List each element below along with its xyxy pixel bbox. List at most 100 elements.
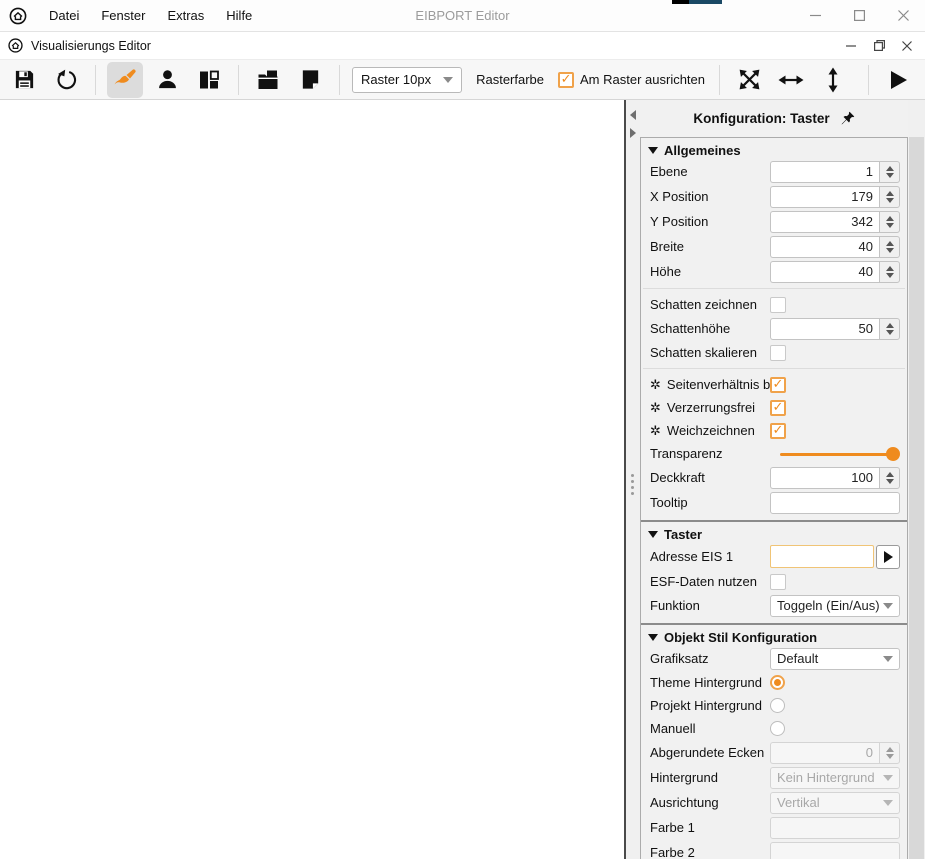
spinner-buttons[interactable] (879, 211, 900, 233)
panel-scrollbar[interactable] (908, 100, 925, 859)
expand-button[interactable] (731, 62, 767, 98)
check-icon: ✓ (773, 401, 784, 414)
x-position-input[interactable] (770, 186, 879, 208)
canvas[interactable] (0, 100, 626, 859)
row-tooltip: Tooltip (641, 490, 907, 515)
schattenh-he-input[interactable] (770, 318, 879, 340)
breite-input[interactable] (770, 236, 879, 258)
spinner-buttons[interactable] (879, 261, 900, 283)
row-manuell: Manuell (641, 717, 907, 740)
farbe-2-label: Farbe 2 (650, 845, 770, 859)
spin-down-icon[interactable] (886, 330, 894, 335)
raster-size-dropdown[interactable]: Raster 10px (352, 67, 462, 93)
note-button[interactable] (292, 62, 328, 98)
x-position-spinner[interactable] (770, 186, 900, 208)
spin-down-icon[interactable] (886, 248, 894, 253)
snap-to-grid-checkbox[interactable]: ✓ (558, 72, 574, 88)
section-header-objekt-stil-konfiguration[interactable]: Objekt Stil Konfiguration (641, 625, 907, 646)
weichzeichnen-checkbox[interactable]: ✓ (770, 423, 786, 439)
ebene-input[interactable] (770, 161, 879, 183)
user-tool-button[interactable] (149, 62, 185, 98)
menu-fenster[interactable]: Fenster (90, 0, 156, 32)
section-objekt-stil-konfiguration: Objekt Stil KonfigurationGrafiksatzDefau… (641, 623, 907, 859)
spin-up-icon[interactable] (886, 472, 894, 477)
spinner-buttons[interactable] (879, 318, 900, 340)
stretch-horizontal-button[interactable] (773, 62, 809, 98)
spinner-buttons[interactable] (879, 186, 900, 208)
ebene-label: Ebene (650, 164, 770, 179)
collapse-left-icon[interactable] (630, 110, 636, 120)
editor-restore-button[interactable] (865, 34, 893, 58)
spin-up-icon[interactable] (886, 166, 894, 171)
undo-button[interactable] (48, 62, 84, 98)
panel-splitter[interactable] (626, 100, 640, 859)
spin-up-icon[interactable] (886, 216, 894, 221)
menu-datei[interactable]: Datei (38, 0, 90, 32)
ebene-spinner[interactable] (770, 161, 900, 183)
section-header-taster[interactable]: Taster (641, 522, 907, 543)
deckkraft-spinner[interactable] (770, 467, 900, 489)
app-minimize-button[interactable] (793, 0, 837, 32)
schatten-zeichnen-checkbox[interactable] (770, 297, 786, 313)
menu-hilfe[interactable]: Hilfe (215, 0, 263, 32)
projekt-hintergrund-radio[interactable] (770, 698, 785, 713)
verzerrungsfrei-checkbox[interactable]: ✓ (770, 400, 786, 416)
menu-extras[interactable]: Extras (156, 0, 215, 32)
brush-tool-button[interactable] (107, 62, 143, 98)
spinner-buttons[interactable] (879, 161, 900, 183)
transparenz-slider[interactable] (780, 446, 900, 462)
hintergrund-value: Kein Hintergrund (777, 770, 883, 785)
scrollbar-thumb[interactable] (909, 137, 924, 859)
editor-minimize-button[interactable] (837, 34, 865, 58)
arrow-horizontal-icon (778, 70, 804, 90)
spin-up-icon[interactable] (886, 266, 894, 271)
spinner-buttons[interactable] (879, 236, 900, 258)
h-he-input[interactable] (770, 261, 879, 283)
play-button[interactable] (880, 62, 916, 98)
grafiksatz-value: Default (777, 651, 883, 666)
funktion-dropdown[interactable]: Toggeln (Ein/Aus) (770, 595, 900, 617)
spin-down-icon[interactable] (886, 198, 894, 203)
section-header-allgemeines[interactable]: Allgemeines (641, 138, 907, 159)
spin-up-icon[interactable] (886, 241, 894, 246)
row-farbe-2: Farbe 2 (641, 840, 907, 859)
spinner-buttons[interactable] (879, 467, 900, 489)
section-title: Objekt Stil Konfiguration (664, 630, 817, 645)
app-maximize-button[interactable] (837, 0, 881, 32)
breite-spinner[interactable] (770, 236, 900, 258)
adresse-eis-1-input[interactable] (770, 545, 874, 568)
splitter-grip[interactable] (631, 474, 634, 495)
slider-thumb[interactable] (886, 447, 900, 461)
tooltip-input[interactable] (770, 492, 900, 514)
spin-up-icon[interactable] (886, 191, 894, 196)
y-position-input[interactable] (770, 211, 879, 233)
y-position-spinner[interactable] (770, 211, 900, 233)
collapse-right-icon[interactable] (630, 128, 636, 138)
esf-daten-nutzen-checkbox[interactable] (770, 574, 786, 590)
row-abgerundete-ecken: Abgerundete Ecken (641, 740, 907, 765)
editor-close-button[interactable] (893, 34, 921, 58)
spin-down-icon[interactable] (886, 173, 894, 178)
schatten-skalieren-checkbox[interactable] (770, 345, 786, 361)
adresse-eis-1-browse-button[interactable] (876, 545, 900, 569)
stretch-vertical-button[interactable] (815, 62, 851, 98)
spin-down-icon[interactable] (886, 223, 894, 228)
rasterfarbe-button[interactable]: Rasterfarbe (466, 72, 554, 87)
layout-tool-button[interactable] (191, 62, 227, 98)
theme-hintergrund-radio[interactable] (770, 675, 785, 690)
paste-button[interactable] (250, 62, 286, 98)
grafiksatz-dropdown[interactable]: Default (770, 648, 900, 670)
manuell-radio[interactable] (770, 721, 785, 736)
spin-down-icon[interactable] (886, 273, 894, 278)
weichzeichnen-label: ✲Weichzeichnen (650, 423, 770, 439)
spin-down-icon[interactable] (886, 479, 894, 484)
schattenh-he-spinner[interactable] (770, 318, 900, 340)
seitenverh-ltnis-be-checkbox[interactable]: ✓ (770, 377, 786, 393)
pin-icon[interactable] (840, 111, 855, 126)
config-panel-header: Konfiguration: Taster (640, 100, 908, 137)
spin-up-icon[interactable] (886, 323, 894, 328)
h-he-spinner[interactable] (770, 261, 900, 283)
deckkraft-input[interactable] (770, 467, 879, 489)
app-close-button[interactable] (881, 0, 925, 32)
save-button[interactable] (6, 62, 42, 98)
